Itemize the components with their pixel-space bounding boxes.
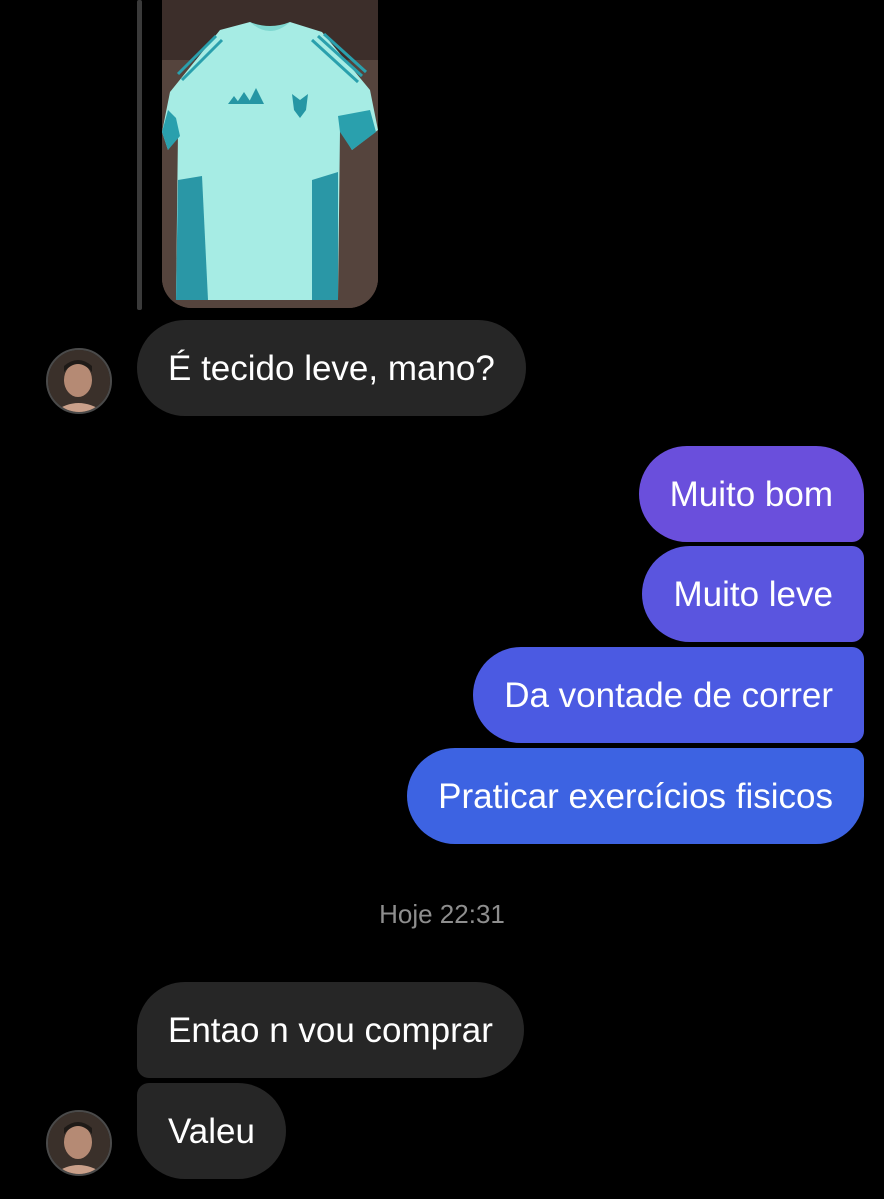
- message-text: Da vontade de correr: [504, 675, 833, 715]
- timestamp-divider: Hoje 22:31: [379, 899, 505, 929]
- contact-avatar[interactable]: [46, 1110, 112, 1176]
- incoming-message[interactable]: É tecido leve, mano?: [137, 320, 526, 416]
- reply-thread-line: [137, 0, 142, 310]
- shared-photo[interactable]: [162, 0, 378, 308]
- contact-avatar[interactable]: [46, 348, 112, 414]
- jersey-photo-icon: [162, 0, 378, 308]
- message-text: Muito leve: [673, 574, 833, 614]
- message-text: Entao n vou comprar: [168, 1010, 493, 1050]
- message-text: É tecido leve, mano?: [168, 348, 495, 388]
- outgoing-message[interactable]: Da vontade de correr: [473, 647, 864, 743]
- avatar-photo-icon: [48, 1112, 110, 1174]
- message-text: Valeu: [168, 1111, 255, 1151]
- message-text: Muito bom: [669, 474, 833, 514]
- incoming-message[interactable]: Entao n vou comprar: [137, 982, 524, 1078]
- outgoing-message[interactable]: Muito leve: [642, 546, 864, 642]
- message-text: Praticar exercícios fisicos: [438, 776, 833, 816]
- outgoing-message[interactable]: Praticar exercícios fisicos: [407, 748, 864, 844]
- outgoing-message[interactable]: Muito bom: [638, 446, 864, 542]
- avatar-photo-icon: [48, 350, 110, 412]
- incoming-message[interactable]: Valeu: [137, 1083, 286, 1179]
